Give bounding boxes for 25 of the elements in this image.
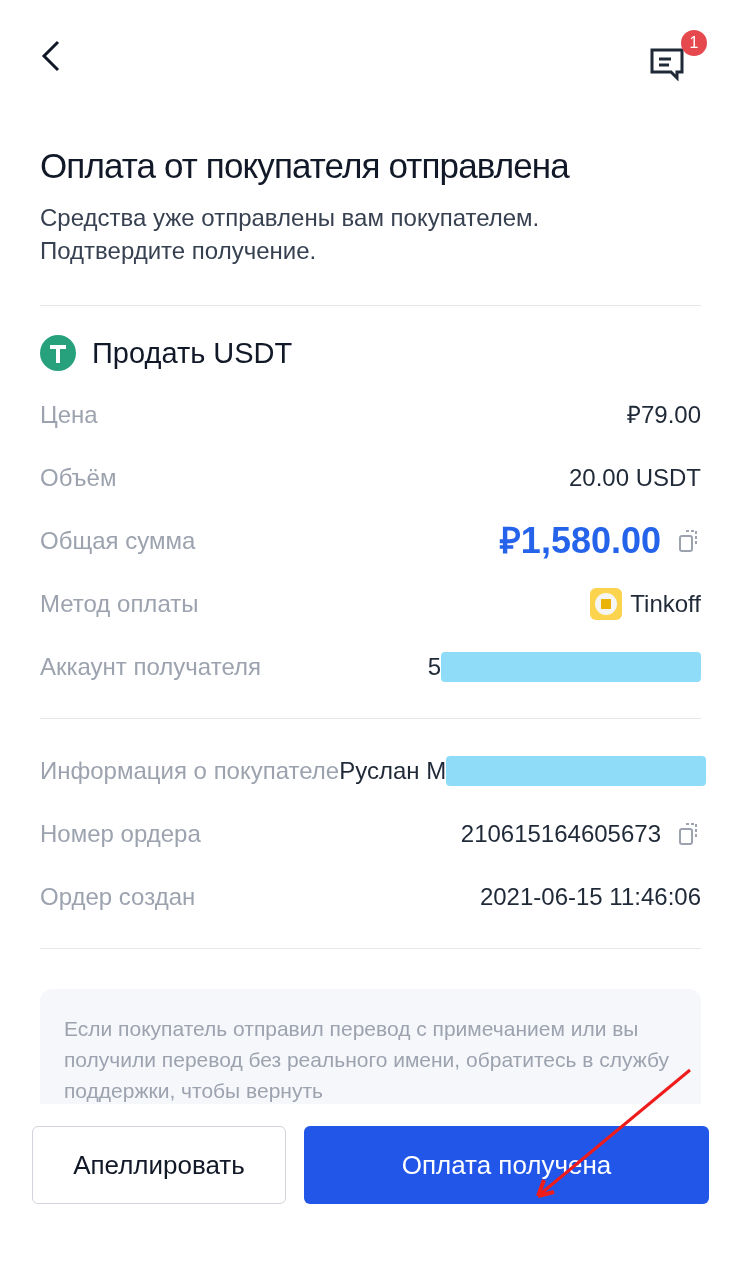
field-label: Метод оплаты [40, 588, 199, 619]
field-label: Ордер создан [40, 881, 196, 912]
page-title: Оплата от покупателя отправлена [40, 145, 571, 187]
value-text: 20.00 USDT [568, 462, 701, 493]
value-text: 2021-06-15 11:46:06 [479, 881, 701, 912]
value-text: 210615164605673 [460, 818, 661, 849]
tether-coin-icon [40, 335, 76, 372]
field-label: Цена [40, 399, 98, 430]
notification-badge: 1 [681, 30, 707, 56]
field-label: Информация о покупателе [40, 755, 340, 786]
field-label: Аккаунт получателя [40, 651, 261, 682]
value-text: 5 [427, 651, 441, 682]
field-label: Общая сумма [40, 525, 196, 556]
value-text: ₽79.00 [626, 399, 701, 430]
total-amount: ₽1,580.00 [499, 518, 661, 563]
value-text: Tinkoff [630, 588, 701, 619]
notice-text: Если покупатель отправил перевод с примечанием или вы получили перевод без реального имени, обратитесь в службу поддержки, чтобы вернуть [64, 1016, 671, 1104]
bank-logo-icon [590, 587, 623, 620]
trade-title: Продать USDT [92, 335, 293, 371]
value-text: Руслан М [339, 755, 447, 786]
field-label: Номер ордера [40, 818, 201, 849]
page-subtitle: Средства уже отправлены вам покупателем. Подтвердите получение. [40, 202, 541, 266]
field-label: Объём [40, 462, 117, 493]
back-icon[interactable] [40, 39, 62, 73]
appeal-button[interactable]: Апеллировать [32, 1126, 286, 1204]
